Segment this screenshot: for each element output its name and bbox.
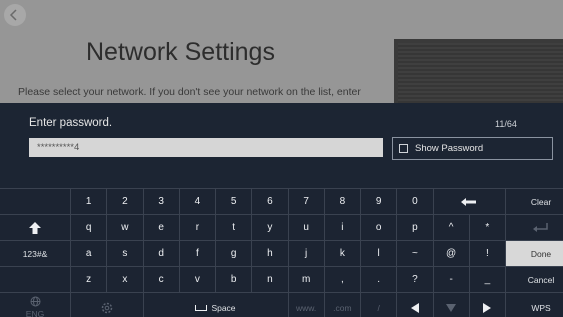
key[interactable]: 8 [324, 189, 360, 214]
key-blank [0, 267, 70, 292]
globe-icon [30, 296, 40, 307]
clear-key[interactable]: Clear [506, 189, 563, 214]
key[interactable]: ~ [397, 241, 433, 266]
key[interactable]: a [71, 241, 107, 266]
background-page: Network Settings Please select your netw… [0, 0, 563, 103]
password-panel: Enter password. 11/64 **********4 Show P… [0, 103, 563, 188]
key[interactable]: q [71, 215, 107, 240]
key[interactable]: . [361, 267, 397, 292]
key[interactable]: - [433, 267, 469, 292]
key[interactable]: v [179, 267, 215, 292]
cancel-key[interactable]: Cancel [506, 267, 563, 292]
key[interactable]: 6 [252, 189, 288, 214]
key[interactable]: c [143, 267, 179, 292]
key[interactable]: 4 [179, 189, 215, 214]
key[interactable]: g [216, 241, 252, 266]
key[interactable]: 2 [107, 189, 143, 214]
key[interactable]: f [179, 241, 215, 266]
chevron-left-icon [9, 9, 17, 21]
show-password-label: Show Password [415, 143, 484, 154]
settings-key[interactable] [71, 293, 143, 317]
arrow-down-key[interactable] [433, 293, 469, 317]
language-key[interactable]: ENG [0, 293, 70, 317]
key[interactable]: 0 [397, 189, 433, 214]
show-password-checkbox[interactable] [399, 144, 408, 153]
key[interactable]: p [397, 215, 433, 240]
enter-key[interactable] [506, 215, 563, 240]
enter-arrow-icon [533, 222, 548, 232]
key[interactable]: l [361, 241, 397, 266]
key[interactable]: ? [397, 267, 433, 292]
key[interactable]: j [288, 241, 324, 266]
key[interactable]: e [143, 215, 179, 240]
shift-key[interactable] [0, 215, 70, 240]
triangle-left-icon [410, 302, 419, 313]
key[interactable]: y [252, 215, 288, 240]
key[interactable]: i [324, 215, 360, 240]
password-label: Enter password. [29, 117, 113, 129]
page-title: Network Settings [86, 38, 275, 66]
key[interactable]: s [107, 241, 143, 266]
key[interactable]: m [288, 267, 324, 292]
done-key[interactable]: Done [506, 241, 563, 266]
onscreen-keyboard: 1 2 3 4 5 6 7 8 9 0 Clear q w e r t y u … [0, 188, 563, 317]
space-bar-icon [195, 304, 208, 311]
key-blank [0, 189, 70, 214]
key[interactable]: u [288, 215, 324, 240]
key[interactable]: _ [469, 267, 505, 292]
key[interactable]: 5 [216, 189, 252, 214]
key[interactable]: n [252, 267, 288, 292]
key[interactable]: z [71, 267, 107, 292]
key[interactable]: * [469, 215, 505, 240]
space-key[interactable]: Space [143, 293, 288, 317]
tv-image [394, 39, 563, 103]
triangle-right-icon [483, 302, 492, 313]
key[interactable]: h [252, 241, 288, 266]
slash-key[interactable]: / [361, 293, 397, 317]
backspace-arrow-icon [461, 197, 477, 206]
wps-key[interactable]: WPS [506, 293, 563, 317]
key[interactable]: , [324, 267, 360, 292]
key[interactable]: @ [433, 241, 469, 266]
symbols-key[interactable]: 123#& [0, 241, 70, 266]
gear-icon [101, 302, 112, 313]
password-input[interactable]: **********4 [29, 138, 383, 157]
arrow-right-key[interactable] [469, 293, 505, 317]
key[interactable]: w [107, 215, 143, 240]
key[interactable]: x [107, 267, 143, 292]
character-counter: 11/64 [495, 119, 517, 129]
key[interactable]: ^ [433, 215, 469, 240]
space-label: Space [211, 302, 236, 313]
key[interactable]: t [216, 215, 252, 240]
key[interactable]: k [324, 241, 360, 266]
shift-arrow-icon [29, 221, 41, 234]
key[interactable]: b [216, 267, 252, 292]
key[interactable]: 7 [288, 189, 324, 214]
show-password-toggle[interactable]: Show Password [392, 137, 553, 160]
language-label: ENG [25, 309, 45, 317]
page-description: Please select your network. If you don't… [18, 86, 361, 98]
key[interactable]: 1 [71, 189, 107, 214]
key[interactable]: r [179, 215, 215, 240]
www-key[interactable]: www. [288, 293, 324, 317]
key[interactable]: 3 [143, 189, 179, 214]
arrow-left-key[interactable] [397, 293, 433, 317]
triangle-down-icon [446, 303, 457, 312]
key[interactable]: d [143, 241, 179, 266]
dotcom-key[interactable]: .com [324, 293, 360, 317]
back-button[interactable] [4, 4, 26, 26]
key[interactable]: o [361, 215, 397, 240]
backspace-key[interactable] [433, 189, 505, 214]
key[interactable]: 9 [361, 189, 397, 214]
key[interactable]: ! [469, 241, 505, 266]
